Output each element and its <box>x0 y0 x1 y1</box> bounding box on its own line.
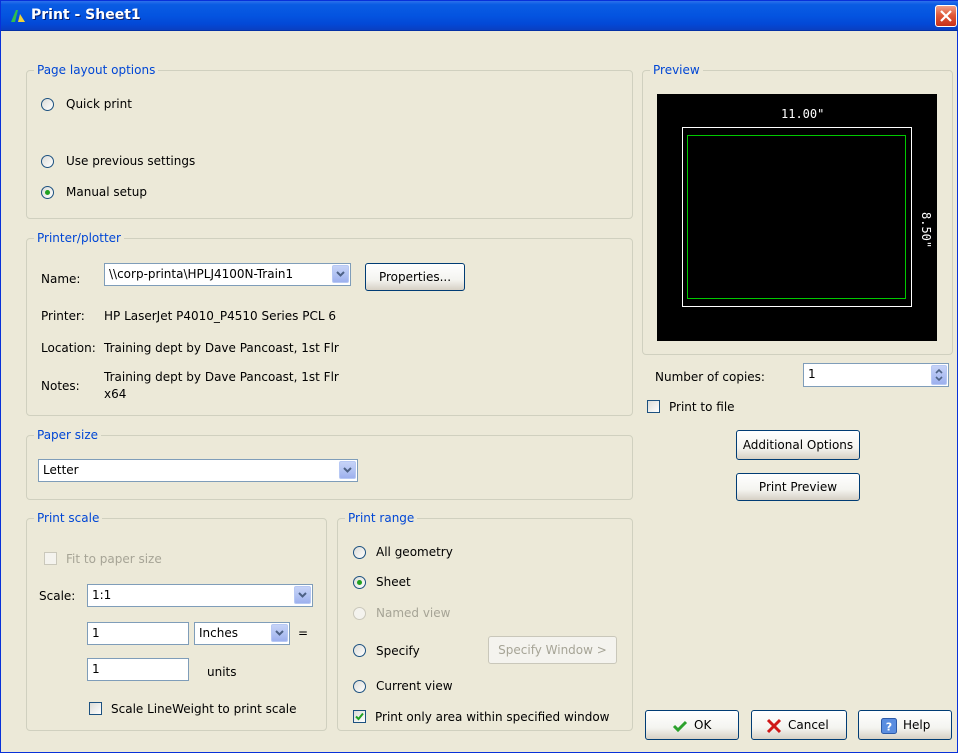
equals-sign: = <box>298 626 309 640</box>
current-view-radio[interactable] <box>353 680 366 693</box>
specify-radio[interactable] <box>353 644 366 657</box>
scale-select[interactable]: 1:1 <box>87 584 313 607</box>
fit-to-paper-label: Fit to paper size <box>66 552 162 566</box>
print-dialog: Print - Sheet1 Page layout options Quick… <box>0 0 958 753</box>
current-view-label: Current view <box>376 679 453 693</box>
scale-lineweight-label: Scale LineWeight to print scale <box>111 702 297 716</box>
print-to-file-label: Print to file <box>669 400 735 414</box>
help-icon: ? <box>881 718 897 734</box>
spinner-arrows-icon <box>935 368 943 382</box>
units-input[interactable]: 1 <box>87 658 189 681</box>
autocad-app-icon <box>11 10 25 22</box>
number-of-copies-label: Number of copies: <box>655 370 765 384</box>
ok-button[interactable]: OK <box>645 710 739 740</box>
dropdown-arrow[interactable] <box>332 265 349 283</box>
preview-legend: Preview <box>650 63 703 77</box>
printable-area-outline <box>687 135 906 299</box>
printer-name-label: Name: <box>41 272 81 286</box>
location-value: Training dept by Dave Pancoast, 1st Flr <box>104 341 339 355</box>
print-preview-button[interactable]: Print Preview <box>736 473 860 501</box>
chevron-down-icon <box>343 467 352 473</box>
printer-plotter-legend: Printer/plotter <box>34 231 124 245</box>
units-value: 1 <box>92 662 100 676</box>
properties-button-label: Properties... <box>378 270 452 284</box>
scale-label: Scale: <box>39 589 76 603</box>
specify-window-button[interactable]: Specify Window > <box>488 636 617 664</box>
chevron-down-icon <box>275 630 284 636</box>
scale-value: 1:1 <box>92 588 112 602</box>
print-only-area-checkbox[interactable] <box>353 710 366 723</box>
additional-options-button[interactable]: Additional Options <box>736 430 860 460</box>
print-scale-legend: Print scale <box>34 511 103 525</box>
help-button[interactable]: ? Help <box>858 710 952 740</box>
close-button[interactable] <box>935 5 957 27</box>
chevron-down-icon <box>298 592 307 598</box>
preview-canvas: 11.00" 8.50" <box>657 94 937 341</box>
spinner-buttons[interactable] <box>931 365 947 385</box>
printer-model-value: HP LaserJet P4010_P4510 Series PCL 6 <box>104 309 336 323</box>
quick-print-label: Quick print <box>66 97 132 111</box>
title-bar[interactable]: Print - Sheet1 <box>1 1 958 31</box>
dropdown-arrow[interactable] <box>339 461 356 479</box>
close-icon <box>940 10 952 22</box>
use-previous-settings-label: Use previous settings <box>66 154 196 168</box>
dropdown-arrow[interactable] <box>271 624 288 642</box>
scale-lineweight-checkbox[interactable] <box>89 702 102 715</box>
dropdown-arrow[interactable] <box>294 586 311 604</box>
print-range-legend: Print range <box>345 511 418 525</box>
preview-height-label: 8.50" <box>919 212 933 249</box>
window-title: Print - Sheet1 <box>31 7 141 23</box>
notes-label: Notes: <box>41 379 80 393</box>
copies-value: 1 <box>808 367 816 381</box>
sheet-label: Sheet <box>376 575 411 589</box>
properties-button[interactable]: Properties... <box>365 263 465 291</box>
ok-button-label: OK <box>694 718 712 732</box>
page-layout-legend: Page layout options <box>34 63 159 77</box>
notes-value-line1: Training dept by Dave Pancoast, 1st Flr <box>104 370 339 384</box>
copies-spinner[interactable]: 1 <box>803 363 949 387</box>
paper-size-select[interactable]: Letter <box>38 459 358 482</box>
print-preview-label: Print Preview <box>758 480 838 494</box>
printer-name-value: \\corp-printa\HPLJ4100N-Train1 <box>109 267 294 281</box>
use-previous-settings-radio[interactable] <box>41 155 54 168</box>
cancel-button[interactable]: Cancel <box>751 710 847 740</box>
checkmark-icon <box>355 712 364 721</box>
printer-name-select[interactable]: \\corp-printa\HPLJ4100N-Train1 <box>104 263 351 286</box>
named-view-label: Named view <box>376 606 451 620</box>
checkmark-icon <box>672 720 688 733</box>
notes-value-line2: x64 <box>104 387 127 401</box>
additional-options-label: Additional Options <box>742 438 854 452</box>
paper-size-value: Letter <box>43 463 79 477</box>
print-only-area-label: Print only area within specified window <box>375 710 610 724</box>
all-geometry-label: All geometry <box>376 545 453 559</box>
unit-select[interactable]: Inches <box>194 622 290 645</box>
manual-setup-label: Manual setup <box>66 185 147 199</box>
specify-label: Specify <box>376 644 420 658</box>
inches-value: 1 <box>92 626 100 640</box>
all-geometry-radio[interactable] <box>353 546 366 559</box>
unit-value: Inches <box>199 626 238 640</box>
manual-setup-radio[interactable] <box>41 186 54 199</box>
svg-text:?: ? <box>886 721 892 734</box>
named-view-radio[interactable] <box>353 607 366 620</box>
help-button-label: Help <box>903 718 931 732</box>
paper-size-legend: Paper size <box>34 428 102 442</box>
sheet-radio[interactable] <box>353 576 366 589</box>
fit-to-paper-checkbox[interactable] <box>44 552 57 565</box>
quick-print-radio[interactable] <box>41 98 54 111</box>
preview-width-label: 11.00" <box>781 107 825 121</box>
specify-window-label: Specify Window > <box>498 643 607 657</box>
inches-input[interactable]: 1 <box>87 622 189 645</box>
location-label: Location: <box>41 341 96 355</box>
print-to-file-checkbox[interactable] <box>647 400 660 413</box>
units-label: units <box>207 665 237 679</box>
chevron-down-icon <box>336 271 345 277</box>
cancel-x-icon <box>766 718 782 734</box>
printer-model-label: Printer: <box>41 309 85 323</box>
cancel-button-label: Cancel <box>788 718 829 732</box>
